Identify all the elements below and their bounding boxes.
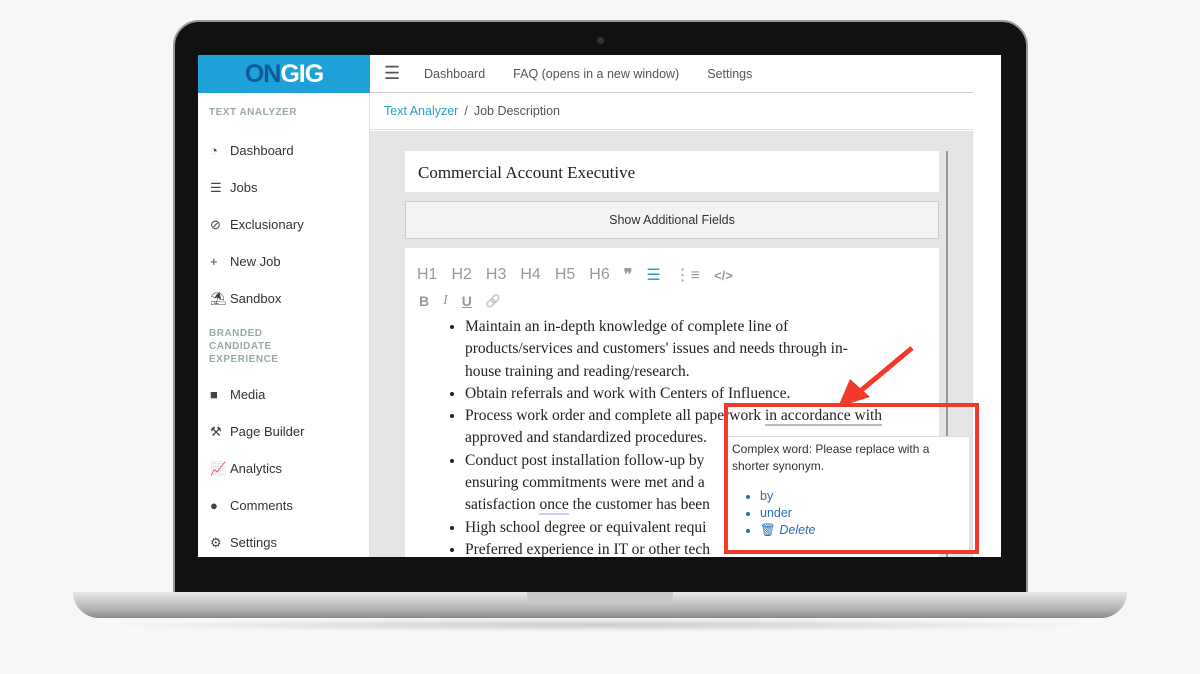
sidebar-item-dashboard[interactable]: ◔ Dashboard <box>198 132 369 169</box>
flagged-word[interactable]: once <box>539 496 569 516</box>
breadcrumb-current: Job Description <box>473 104 560 118</box>
editor-toolbar: H1 H2 H3 H4 H5 H6 ❞ ☰ ⋮≡ </> <box>417 262 927 288</box>
sidebar-item-label: Exclusionary <box>230 217 304 232</box>
sidebar-item-label: Media <box>230 387 266 402</box>
underline-icon[interactable]: U <box>462 293 472 309</box>
comment-icon: ● <box>210 498 218 513</box>
section-heading: BRANDED CANDIDATE EXPERIENCE <box>209 328 279 365</box>
sidebar: TEXT ANALYZER ◔ Dashboard ☰ Jobs ⊘ Exclusio… <box>198 93 370 557</box>
laptop-shadow <box>100 618 1100 632</box>
sidebar-item-label: Analytics <box>230 461 283 476</box>
section-heading: TEXT ANALYZER <box>209 107 297 118</box>
bullet-list-icon[interactable]: ☰ <box>646 265 660 285</box>
h1-button[interactable]: H1 <box>417 266 437 284</box>
sidebar-item-sandbox[interactable]: ⛱ Sandbox <box>198 280 369 317</box>
sidebar-item-media[interactable]: ■ Media <box>198 376 369 413</box>
camera <box>597 37 604 44</box>
sidebar-item-analytics[interactable]: 📈 Analytics <box>198 450 369 487</box>
job-title-input[interactable]: Commercial Account Executive <box>405 151 939 192</box>
laptop-notch <box>527 592 673 604</box>
editor-toolbar-row2: B I U 🔗 <box>419 288 927 314</box>
h5-button[interactable]: H5 <box>555 266 575 284</box>
nav-settings[interactable]: Settings <box>707 67 752 81</box>
hamburger-icon[interactable]: ☰ <box>384 63 402 84</box>
h4-button[interactable]: H4 <box>520 266 540 284</box>
bold-icon[interactable]: B <box>419 293 429 309</box>
top-nav: ☰ Dashboard FAQ (opens in a new window) … <box>370 55 973 93</box>
sidebar-item-label: Settings <box>230 535 277 550</box>
logo-text: GIG <box>280 59 324 88</box>
sidebar-item-label: New Job <box>230 254 281 269</box>
video-icon: ■ <box>210 387 218 402</box>
dashboard-icon: ◔ <box>210 143 218 158</box>
sidebar-item-new-job[interactable]: + New Job <box>198 243 369 280</box>
umbrella-beach-icon: ⛱ <box>210 290 227 306</box>
sidebar-item-label: Dashboard <box>230 143 294 158</box>
sidebar-item-label: Sandbox <box>230 291 282 306</box>
breadcrumb-link[interactable]: Text Analyzer <box>384 104 458 118</box>
gear-icon: ⚙ <box>210 534 222 550</box>
hammer-icon: ⚒ <box>210 423 222 439</box>
sidebar-item-comments[interactable]: ● Comments <box>198 487 369 524</box>
highlight-box <box>724 403 979 554</box>
sidebar-item-settings[interactable]: ⚙ Settings <box>198 524 369 557</box>
numbered-list-icon[interactable]: ⋮≡ <box>675 265 700 285</box>
sidebar-item-jobs[interactable]: ☰ Jobs <box>198 169 369 206</box>
nav-dashboard[interactable]: Dashboard <box>424 67 485 81</box>
h2-button[interactable]: H2 <box>451 266 471 284</box>
sidebar-item-exclusionary[interactable]: ⊘ Exclusionary <box>198 206 369 243</box>
sidebar-item-page-builder[interactable]: ⚒ Page Builder <box>198 413 369 450</box>
h6-button[interactable]: H6 <box>589 266 609 284</box>
plus-icon: + <box>210 254 218 269</box>
sidebar-item-label: Page Builder <box>230 424 305 439</box>
nav-faq[interactable]: FAQ (opens in a new window) <box>513 67 679 81</box>
ban-icon: ⊘ <box>210 216 221 232</box>
breadcrumb-separator: / <box>464 104 468 118</box>
link-icon[interactable]: 🔗 <box>486 294 501 308</box>
sidebar-item-label: Comments <box>230 498 293 513</box>
h3-button[interactable]: H3 <box>486 266 506 284</box>
arrow-icon <box>838 346 914 407</box>
logo[interactable]: ON GIG <box>198 55 370 93</box>
show-additional-fields-button[interactable]: Show Additional Fields <box>405 201 939 239</box>
quote-icon[interactable]: ❞ <box>624 265 633 285</box>
italic-icon[interactable]: I <box>443 293 448 309</box>
list-icon: ☰ <box>210 179 222 195</box>
code-icon[interactable]: </> <box>714 268 733 283</box>
sidebar-item-label: Jobs <box>230 180 258 195</box>
logo-text: ON <box>244 59 281 88</box>
breadcrumb: Text Analyzer / Job Description <box>370 93 973 130</box>
chart-icon: 📈 <box>210 460 227 476</box>
